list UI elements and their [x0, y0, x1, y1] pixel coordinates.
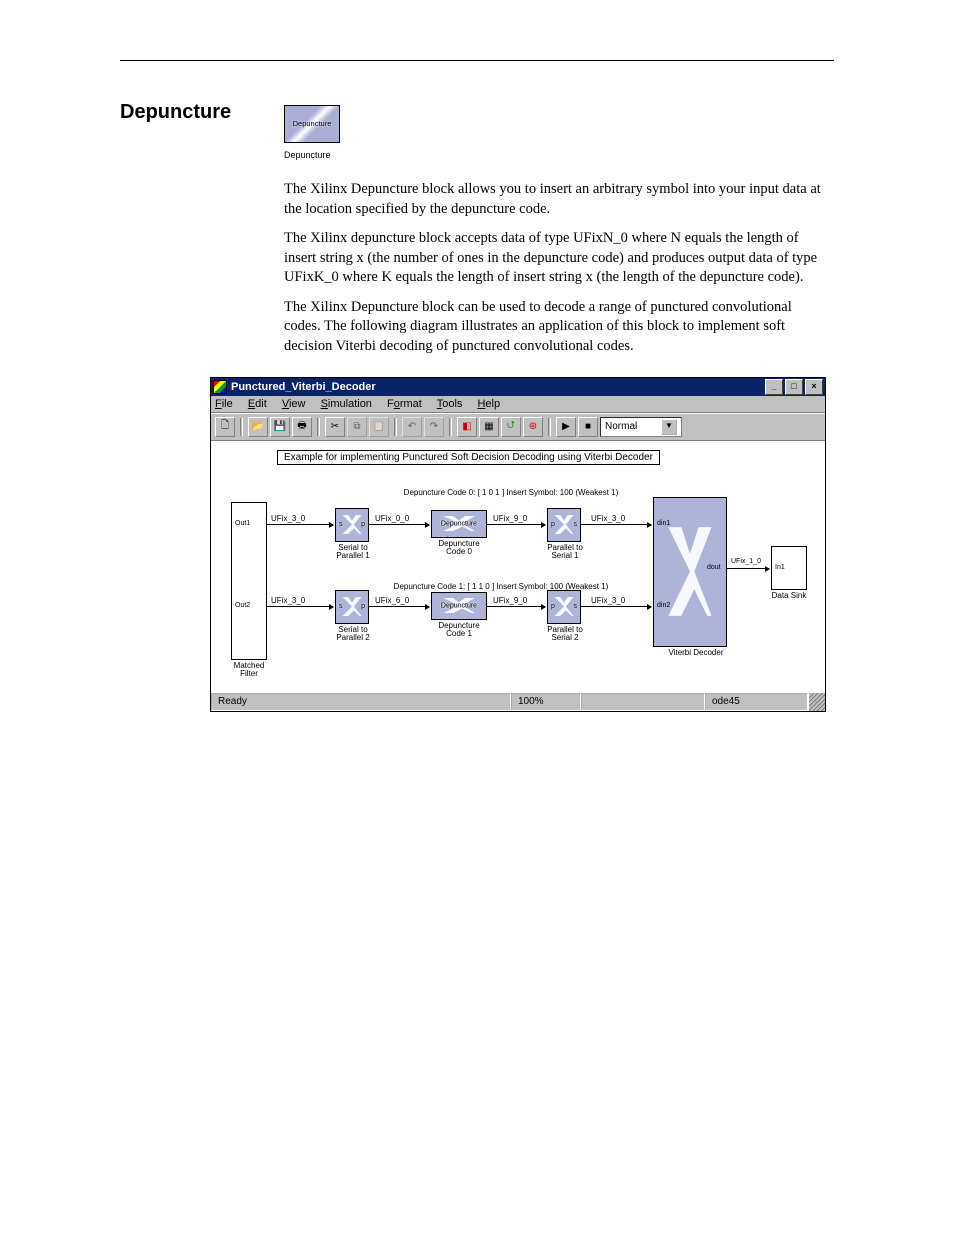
parallel-to-serial-1-block[interactable]: p s — [547, 508, 581, 542]
window-title: Punctured_Viterbi_Decoder — [231, 381, 376, 393]
serial-to-parallel-2-block[interactable]: s p — [335, 590, 369, 624]
sp2-caption: Serial toParallel 2 — [323, 626, 383, 644]
up-button[interactable]: ⮍ — [501, 417, 521, 437]
din2-label: din2 — [657, 602, 670, 609]
menu-tools[interactable]: Tools — [437, 398, 463, 410]
menu-file[interactable]: File — [215, 398, 233, 410]
titlebar[interactable]: Punctured_Viterbi_Decoder _ □ × — [211, 378, 825, 396]
status-empty — [581, 693, 705, 711]
depuncture-block-icon: Depuncture — [284, 105, 340, 143]
undo-button[interactable]: ↶ — [402, 417, 422, 437]
data-sink-caption: Data Sink — [759, 592, 819, 601]
model-button[interactable]: ▦ — [479, 417, 499, 437]
dout-label: dout — [707, 564, 721, 571]
sig-ufix30-c: UFix_3_0 — [271, 596, 305, 605]
sig-ufix00: UFix_0_0 — [375, 514, 409, 523]
maximize-button[interactable]: □ — [785, 379, 803, 395]
stop-button[interactable]: ■ — [578, 417, 598, 437]
simulink-window: Punctured_Viterbi_Decoder _ □ × File Edi… — [210, 377, 826, 712]
wire — [581, 524, 651, 525]
wire — [581, 606, 651, 607]
menubar[interactable]: File Edit View Simulation Format Tools H… — [211, 396, 825, 413]
parallel-to-serial-2-block[interactable]: p s — [547, 590, 581, 624]
matched-filter-caption: MatchedFilter — [219, 662, 279, 680]
menu-view[interactable]: View — [282, 398, 306, 410]
resize-grip[interactable] — [808, 693, 825, 711]
redo-button[interactable]: ↷ — [424, 417, 444, 437]
intro-paragraph: The Xilinx Depuncture block allows you t… — [284, 180, 824, 219]
menu-edit[interactable]: Edit — [248, 398, 267, 410]
menu-simulation[interactable]: Simulation — [321, 398, 372, 410]
depuncture-block-caption: Depuncture — [284, 150, 834, 160]
status-zoom: 100% — [511, 693, 581, 711]
new-button[interactable]: 🗋 — [215, 417, 235, 437]
sig-ufix10: UFix_1_0 — [731, 558, 761, 565]
depuncture-code0-block[interactable]: Depuncture — [431, 510, 487, 538]
wire — [267, 606, 333, 607]
ps2-caption: Parallel toSerial 2 — [535, 626, 595, 644]
library-button[interactable]: ◧ — [457, 417, 477, 437]
wire — [369, 524, 429, 525]
out2-label: Out2 — [235, 602, 250, 609]
sig-ufix90-a: UFix_9_0 — [493, 514, 527, 523]
app-icon — [213, 380, 227, 394]
ps1-caption: Parallel toSerial 1 — [535, 544, 595, 562]
toolbar: 🗋 📂 💾 🖶 ✂ ⧉ 📋 ↶ ↷ ◧ ▦ ⮍ ⊛ ▶ ■ Normal ▼ — [211, 413, 825, 441]
para3: The Xilinx Depuncture block can be used … — [284, 298, 824, 357]
canvas[interactable]: Example for implementing Punctured Soft … — [211, 441, 825, 692]
play-button[interactable]: ▶ — [556, 417, 576, 437]
serial-to-parallel-1-block[interactable]: s p — [335, 508, 369, 542]
paste-button[interactable]: 📋 — [369, 417, 389, 437]
wire — [727, 568, 769, 569]
mode-combo[interactable]: Normal ▼ — [600, 417, 682, 437]
dep0-caption: DepunctureCode 0 — [429, 540, 489, 558]
debug-button[interactable]: ⊛ — [523, 417, 543, 437]
minimize-button[interactable]: _ — [765, 379, 783, 395]
annotation-code0: Depuncture Code 0: [ 1 0 1 ] Insert Symb… — [351, 488, 671, 497]
status-ready: Ready — [211, 693, 511, 711]
din1-label: din1 — [657, 520, 670, 527]
depuncture-code1-block[interactable]: Depuncture — [431, 592, 487, 620]
wire — [487, 606, 545, 607]
save-button[interactable]: 💾 — [270, 417, 290, 437]
menu-format[interactable]: Format — [387, 398, 422, 410]
wire — [267, 524, 333, 525]
sig-ufix30-d: UFix_3_0 — [591, 596, 625, 605]
header-rule — [120, 60, 834, 61]
print-button[interactable]: 🖶 — [292, 417, 312, 437]
chevron-down-icon[interactable]: ▼ — [661, 419, 677, 435]
dep1-caption: DepunctureCode 1 — [429, 622, 489, 640]
open-button[interactable]: 📂 — [248, 417, 268, 437]
viterbi-caption: Viterbi Decoder — [661, 649, 731, 658]
cut-button[interactable]: ✂ — [325, 417, 345, 437]
wire — [487, 524, 545, 525]
in1-label: In1 — [775, 564, 785, 571]
close-button[interactable]: × — [805, 379, 823, 395]
copy-button[interactable]: ⧉ — [347, 417, 367, 437]
out1-label: Out1 — [235, 520, 250, 527]
sig-ufix90-b: UFix_9_0 — [493, 596, 527, 605]
sig-ufix60: UFix_6_0 — [375, 596, 409, 605]
sig-ufix30-b: UFix_3_0 — [591, 514, 625, 523]
menu-help[interactable]: Help — [477, 398, 500, 410]
sig-ufix30-a: UFix_3_0 — [271, 514, 305, 523]
status-solver: ode45 — [705, 693, 808, 711]
annotation-code1: Depuncture Code 1: [ 1 1 0 ] Insert Symb… — [331, 582, 671, 591]
section-title: Depuncture — [120, 101, 260, 124]
para2: The Xilinx depuncture block accepts data… — [284, 229, 824, 288]
statusbar: Ready 100% ode45 — [211, 692, 825, 711]
sp1-caption: Serial toParallel 1 — [323, 544, 383, 562]
wire — [369, 606, 429, 607]
example-title-box: Example for implementing Punctured Soft … — [277, 450, 660, 465]
